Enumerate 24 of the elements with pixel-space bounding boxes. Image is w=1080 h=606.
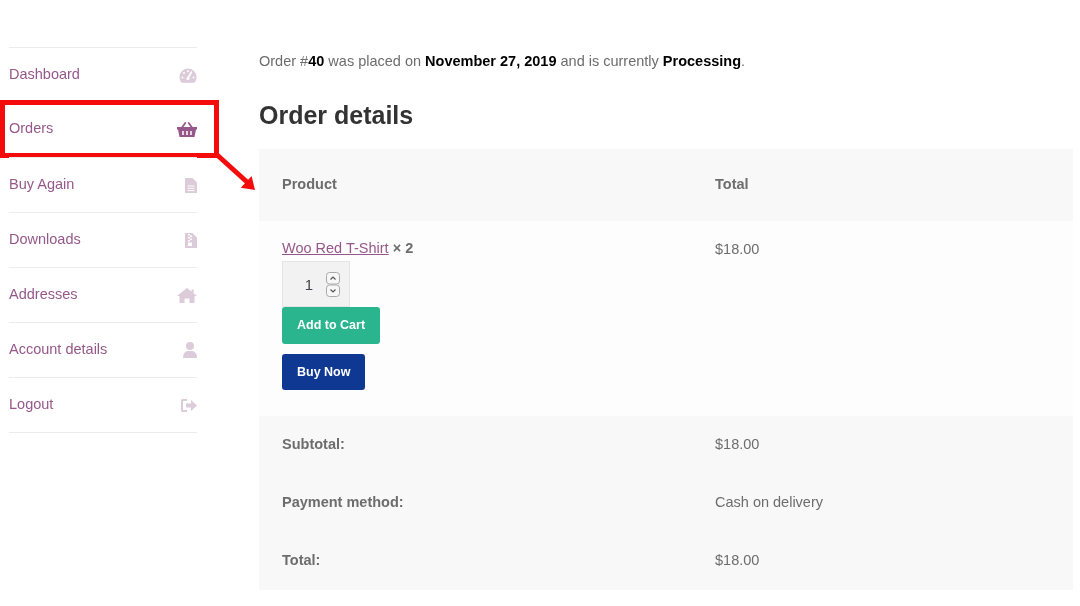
table-cell-text: $18.00 xyxy=(715,240,760,259)
quantity-text: × 2 xyxy=(392,239,414,259)
nav-link[interactable]: Buy Again xyxy=(9,158,197,212)
product-link[interactable]: Woo Red T-Shirt xyxy=(282,238,389,260)
row-label: Subtotal: xyxy=(281,435,346,455)
action-button[interactable]: Buy Now xyxy=(282,354,366,390)
nav-link[interactable]: Downloads xyxy=(9,213,197,267)
table-cell-text: $18.00 xyxy=(714,551,761,571)
column-header: Total xyxy=(714,175,750,195)
nav-link[interactable]: Orders xyxy=(9,105,197,153)
page-heading: Order details xyxy=(259,100,415,131)
stepper-icon[interactable] xyxy=(326,271,340,297)
row-label: Total: xyxy=(281,551,322,571)
table-cell-text: Cash on delivery xyxy=(714,493,824,513)
nav-link[interactable]: Account details xyxy=(9,323,197,377)
order-status-text: Order #40 was placed on November 27, 2019 and is currently Processing. xyxy=(259,52,747,71)
quantity-input[interactable]: 1 xyxy=(283,262,323,306)
column-header: Product xyxy=(281,175,338,195)
row-label: Payment method: xyxy=(281,493,405,513)
nav-link[interactable]: Logout xyxy=(9,378,197,432)
quantity-field[interactable]: 1 xyxy=(282,261,350,307)
table-cell-text: $18.00 xyxy=(714,435,761,455)
nav-link[interactable]: Addresses xyxy=(9,268,197,322)
nav-link[interactable]: Dashboard xyxy=(9,48,197,102)
